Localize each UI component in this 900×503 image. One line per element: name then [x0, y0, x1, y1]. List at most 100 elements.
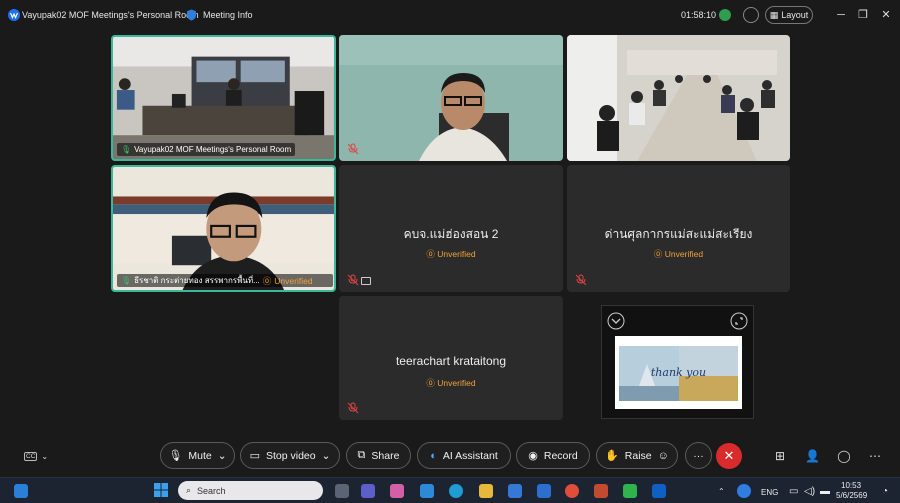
- more-icon[interactable]: ⋯: [868, 449, 882, 463]
- copilot-icon[interactable]: [390, 484, 404, 498]
- restore-icon[interactable]: ❐: [857, 9, 869, 21]
- participant-name-tag: 🎙 ธีรชาติ กระต่ายทอง สรรพากรพื้นที่... ⓪…: [117, 274, 333, 287]
- mute-button[interactable]: 🎙 Mute ⌄: [160, 442, 235, 469]
- slide-caption: thank you: [650, 366, 707, 379]
- chevron-down-icon: ⌄: [41, 451, 49, 461]
- participant-name: Vayupak02 MOF Meetings's Personal Room: [134, 145, 292, 154]
- chevron-down-icon[interactable]: [607, 312, 625, 330]
- unverified-label: Unverified: [274, 275, 313, 286]
- caption-button[interactable]: CC ⌄: [24, 449, 54, 463]
- more-options-button[interactable]: ···: [685, 442, 712, 469]
- webex-taskbar-icon[interactable]: [652, 484, 666, 498]
- raise-hand-button[interactable]: ✋ Raise ☺: [596, 442, 678, 469]
- mute-label: Mute: [188, 449, 212, 462]
- record-label: Record: [543, 449, 578, 462]
- unverified-status: ⓪ Unverified: [567, 244, 790, 262]
- video-tile-conference-room[interactable]: [567, 35, 790, 161]
- widgets-icon[interactable]: [14, 484, 28, 498]
- layout-label: Layout: [781, 10, 809, 20]
- chrome-icon[interactable]: [565, 484, 579, 498]
- tray-chevron-icon[interactable]: ⌃: [718, 487, 725, 496]
- share-button[interactable]: ⧉ Share: [346, 442, 411, 469]
- ai-assistant-button[interactable]: ◐ AI Assistant: [417, 442, 511, 469]
- video-tile-participant-6[interactable]: คบจ.แม่ฮ่องสอน 2 ⓪ Unverified: [339, 165, 563, 292]
- participant-name: ด่านศุลกากรแม่สะแม่สะเรียง: [604, 226, 753, 241]
- minimize-icon[interactable]: ─: [835, 9, 847, 21]
- video-tile-room[interactable]: 🎙 Vayupak02 MOF Meetings's Personal Room: [111, 35, 336, 161]
- video-tile-presenter[interactable]: 🎙 ธีรชาติ กระต่ายทอง สรรพากรพื้นที่... ⓪…: [111, 165, 336, 292]
- clock-time[interactable]: 10:53: [841, 481, 861, 490]
- reaction-icon: ☺: [657, 449, 669, 462]
- unverified-icon: ⓪: [426, 377, 438, 388]
- mic-muted-icon: [347, 143, 359, 155]
- mic-muted-icon: [575, 274, 587, 286]
- close-icon[interactable]: ✕: [880, 9, 892, 21]
- unverified-status: ⓪ Unverified: [339, 244, 563, 262]
- video-tile-participant-7[interactable]: ด่านศุลกากรแม่สะแม่สะเรียง ⓪ Unverified: [567, 165, 790, 292]
- chevron-down-icon: ⌄: [217, 449, 227, 462]
- battery-icon[interactable]: ▬: [820, 486, 830, 497]
- leave-meeting-button[interactable]: ✕: [716, 443, 742, 469]
- meeting-app: Vayupak02 MOF Meetings's Personal Room M…: [0, 0, 900, 503]
- unverified-icon: ⓪: [653, 248, 665, 259]
- search-icon: ⌕: [186, 485, 192, 495]
- unverified-status: ⓪ Unverified: [339, 373, 563, 391]
- mic-muted-icon: [347, 274, 359, 286]
- participant-name-tag: 🎙 Vayupak02 MOF Meetings's Personal Room: [117, 143, 296, 156]
- video-tile-participant-2[interactable]: [339, 35, 563, 161]
- volume-icon[interactable]: ◁): [804, 486, 815, 497]
- app-icon[interactable]: [594, 484, 608, 498]
- shield-icon[interactable]: [186, 9, 197, 21]
- unverified-label: Unverified: [664, 248, 704, 259]
- unverified-icon: ⓪: [426, 248, 438, 259]
- line-icon[interactable]: [623, 484, 637, 498]
- participants-icon[interactable]: 👤: [805, 449, 820, 463]
- mic-muted-icon: [347, 402, 359, 414]
- chat-icon[interactable]: ◯: [837, 449, 851, 463]
- store-icon[interactable]: [508, 484, 522, 498]
- status-indicator-icon: [719, 9, 731, 21]
- shared-content-panel[interactable]: thank you: [601, 305, 754, 419]
- notification-icon[interactable]: ◔: [882, 486, 888, 497]
- raise-label: Raise: [624, 449, 652, 462]
- camera-off-icon: [361, 277, 371, 285]
- taskbar-search-box[interactable]: ⌕ Search: [178, 481, 323, 500]
- stop-video-button[interactable]: ▭ Stop video ⌄: [240, 442, 340, 469]
- more-label: ···: [693, 449, 704, 462]
- unverified-label: Unverified: [437, 248, 476, 259]
- mail-icon[interactable]: [537, 484, 551, 498]
- participant-name: teerachart krataitong: [395, 354, 507, 369]
- unverified-icon: ⓪: [262, 275, 272, 286]
- file-explorer-icon[interactable]: [479, 484, 493, 498]
- clock-date[interactable]: 5/6/2569: [836, 491, 867, 500]
- close-icon: ✕: [723, 448, 735, 463]
- expand-icon[interactable]: [730, 312, 748, 330]
- search-placeholder: Search: [197, 485, 226, 496]
- apps-icon[interactable]: ⊞: [773, 449, 787, 463]
- elapsed-time: 01:58:10: [681, 10, 717, 20]
- shared-slide-thumbnail: thank you: [615, 336, 742, 409]
- edge-icon[interactable]: [449, 484, 463, 498]
- participant-video-feed: [339, 35, 563, 161]
- participant-name: ธีรชาติ กระต่ายทอง สรรพากรพื้นที่...: [134, 276, 260, 285]
- network-icon[interactable]: ▭: [789, 486, 798, 497]
- record-button[interactable]: ◉ Record: [516, 442, 590, 469]
- zoom-icon[interactable]: [743, 7, 759, 23]
- conference-video-feed: [567, 35, 790, 161]
- meeting-info-link[interactable]: Meeting Info: [203, 10, 253, 20]
- video-tile-participant-8[interactable]: teerachart krataitong ⓪ Unverified: [339, 296, 563, 420]
- microphone-icon: 🎙: [168, 450, 183, 462]
- stop-video-label: Stop video: [265, 449, 316, 462]
- hand-icon: ✋: [605, 450, 619, 462]
- share-label: Share: [371, 449, 400, 462]
- monitor-app-icon[interactable]: [420, 484, 434, 498]
- teams-icon[interactable]: [361, 484, 375, 498]
- task-view-icon[interactable]: [335, 484, 349, 498]
- windows-start-icon[interactable]: [154, 483, 168, 497]
- layout-button[interactable]: ▦ Layout: [765, 6, 813, 24]
- mic-tray-icon[interactable]: [737, 484, 751, 498]
- window-title: Vayupak02 MOF Meetings's Personal Room: [22, 10, 199, 20]
- chevron-down-icon: ⌄: [321, 449, 331, 462]
- cc-icon: CC: [24, 451, 38, 461]
- language-indicator[interactable]: ENG: [761, 488, 778, 497]
